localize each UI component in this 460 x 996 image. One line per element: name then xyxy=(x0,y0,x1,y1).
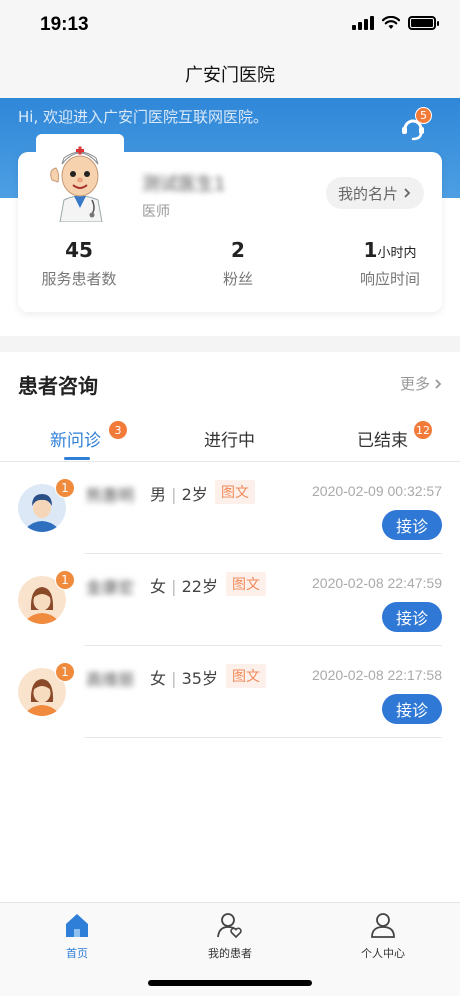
patient-row[interactable]: 1 高维丽 女 | 35岁 图文 2020-02-08 22:17:58 接诊 xyxy=(0,646,460,738)
patient-gender-age: 女 | 22岁 xyxy=(150,577,218,596)
welcome-text: Hi, 欢迎进入广安门医院互联网医院。 xyxy=(18,108,268,126)
status-icons xyxy=(352,16,439,30)
consult-type-tag: 图文 xyxy=(226,572,266,596)
tab-finished-badge: 12 xyxy=(414,421,432,439)
patient-unread-badge: 1 xyxy=(55,570,75,590)
active-tab-indicator xyxy=(64,457,90,460)
bottom-tab-label: 首页 xyxy=(66,947,88,960)
patient-name: 高维丽 xyxy=(86,670,135,689)
bottom-tab-label: 个人中心 xyxy=(361,947,405,960)
doctor-avatar[interactable] xyxy=(36,134,124,222)
section-title: 患者咨询 xyxy=(18,374,98,398)
consult-type-tag: 图文 xyxy=(226,664,266,688)
my-card-label: 我的名片 xyxy=(337,184,398,203)
bottom-tab-label: 我的患者 xyxy=(208,947,252,960)
patient-row[interactable]: 1 金康宏 女 | 22岁 图文 2020-02-08 22:47:59 接诊 xyxy=(0,554,460,646)
accept-button[interactable]: 接诊 xyxy=(382,602,442,632)
chevron-right-icon xyxy=(435,378,442,389)
status-bar: 19:13 xyxy=(0,0,460,50)
bottom-tab-patients[interactable]: 我的患者 xyxy=(180,911,280,961)
consult-tabs: 新问诊 进行中 已结束 xyxy=(0,412,460,462)
tab-new-consult[interactable]: 新问诊 xyxy=(50,426,101,451)
stat-value: 45 xyxy=(65,238,93,262)
status-time: 19:13 xyxy=(40,14,89,35)
stat-fans: 2 粉丝 xyxy=(178,238,298,289)
consult-type-tag: 图文 xyxy=(215,480,255,504)
page-title: 广安门医院 xyxy=(185,65,275,86)
patients-icon xyxy=(217,913,242,939)
home-indicator xyxy=(148,980,312,986)
tab-new-badge: 3 xyxy=(109,421,127,439)
more-link[interactable]: 更多 xyxy=(400,373,442,394)
battery-icon xyxy=(408,16,439,30)
home-icon xyxy=(66,914,88,937)
tab-in-progress[interactable]: 进行中 xyxy=(204,426,255,451)
row-divider xyxy=(84,737,442,738)
patient-unread-badge: 1 xyxy=(55,662,75,682)
chevron-right-icon xyxy=(404,188,411,198)
bottom-tab-home[interactable]: 首页 xyxy=(27,911,127,961)
consult-time: 2020-02-09 00:32:57 xyxy=(312,483,442,499)
stat-value: 2 xyxy=(231,238,245,262)
patient-gender-age: 女 | 35岁 xyxy=(150,669,218,688)
patient-unread-badge: 1 xyxy=(55,478,75,498)
stat-patients: 45 服务患者数 xyxy=(19,238,139,289)
patient-name: 金康宏 xyxy=(86,578,135,597)
consult-time: 2020-02-08 22:47:59 xyxy=(312,575,442,591)
bottom-tab-profile[interactable]: 个人中心 xyxy=(333,911,433,961)
signal-icon xyxy=(352,16,374,30)
doctor-title: 医师 xyxy=(142,204,170,220)
nav-bar: 广安门医院 xyxy=(0,50,460,98)
profile-icon xyxy=(371,913,395,938)
patient-name: 熊惠明 xyxy=(86,486,135,505)
stat-unit: 小时内 xyxy=(377,246,417,261)
wifi-icon xyxy=(382,16,400,29)
stat-response-time: 1小时内 响应时间 xyxy=(330,238,450,289)
section-divider xyxy=(0,336,460,352)
patient-gender-age: 男 | 2岁 xyxy=(150,485,208,504)
consult-time: 2020-02-08 22:17:58 xyxy=(312,667,442,683)
tab-finished[interactable]: 已结束 xyxy=(357,426,408,451)
stat-label: 响应时间 xyxy=(359,270,420,288)
doctor-cartoon-icon xyxy=(36,134,124,222)
my-card-button[interactable]: 我的名片 xyxy=(326,177,424,209)
accept-button[interactable]: 接诊 xyxy=(382,510,442,540)
doctor-name: 测试医生1 xyxy=(142,174,226,195)
stat-label: 粉丝 xyxy=(222,270,253,288)
patient-row[interactable]: 1 熊惠明 男 | 2岁 图文 2020-02-09 00:32:57 接诊 xyxy=(0,462,460,554)
stat-value: 1小时内 xyxy=(363,238,417,262)
accept-button[interactable]: 接诊 xyxy=(382,694,442,724)
stat-label: 服务患者数 xyxy=(41,270,117,288)
more-label: 更多 xyxy=(399,375,430,393)
service-badge: 5 xyxy=(415,107,432,124)
